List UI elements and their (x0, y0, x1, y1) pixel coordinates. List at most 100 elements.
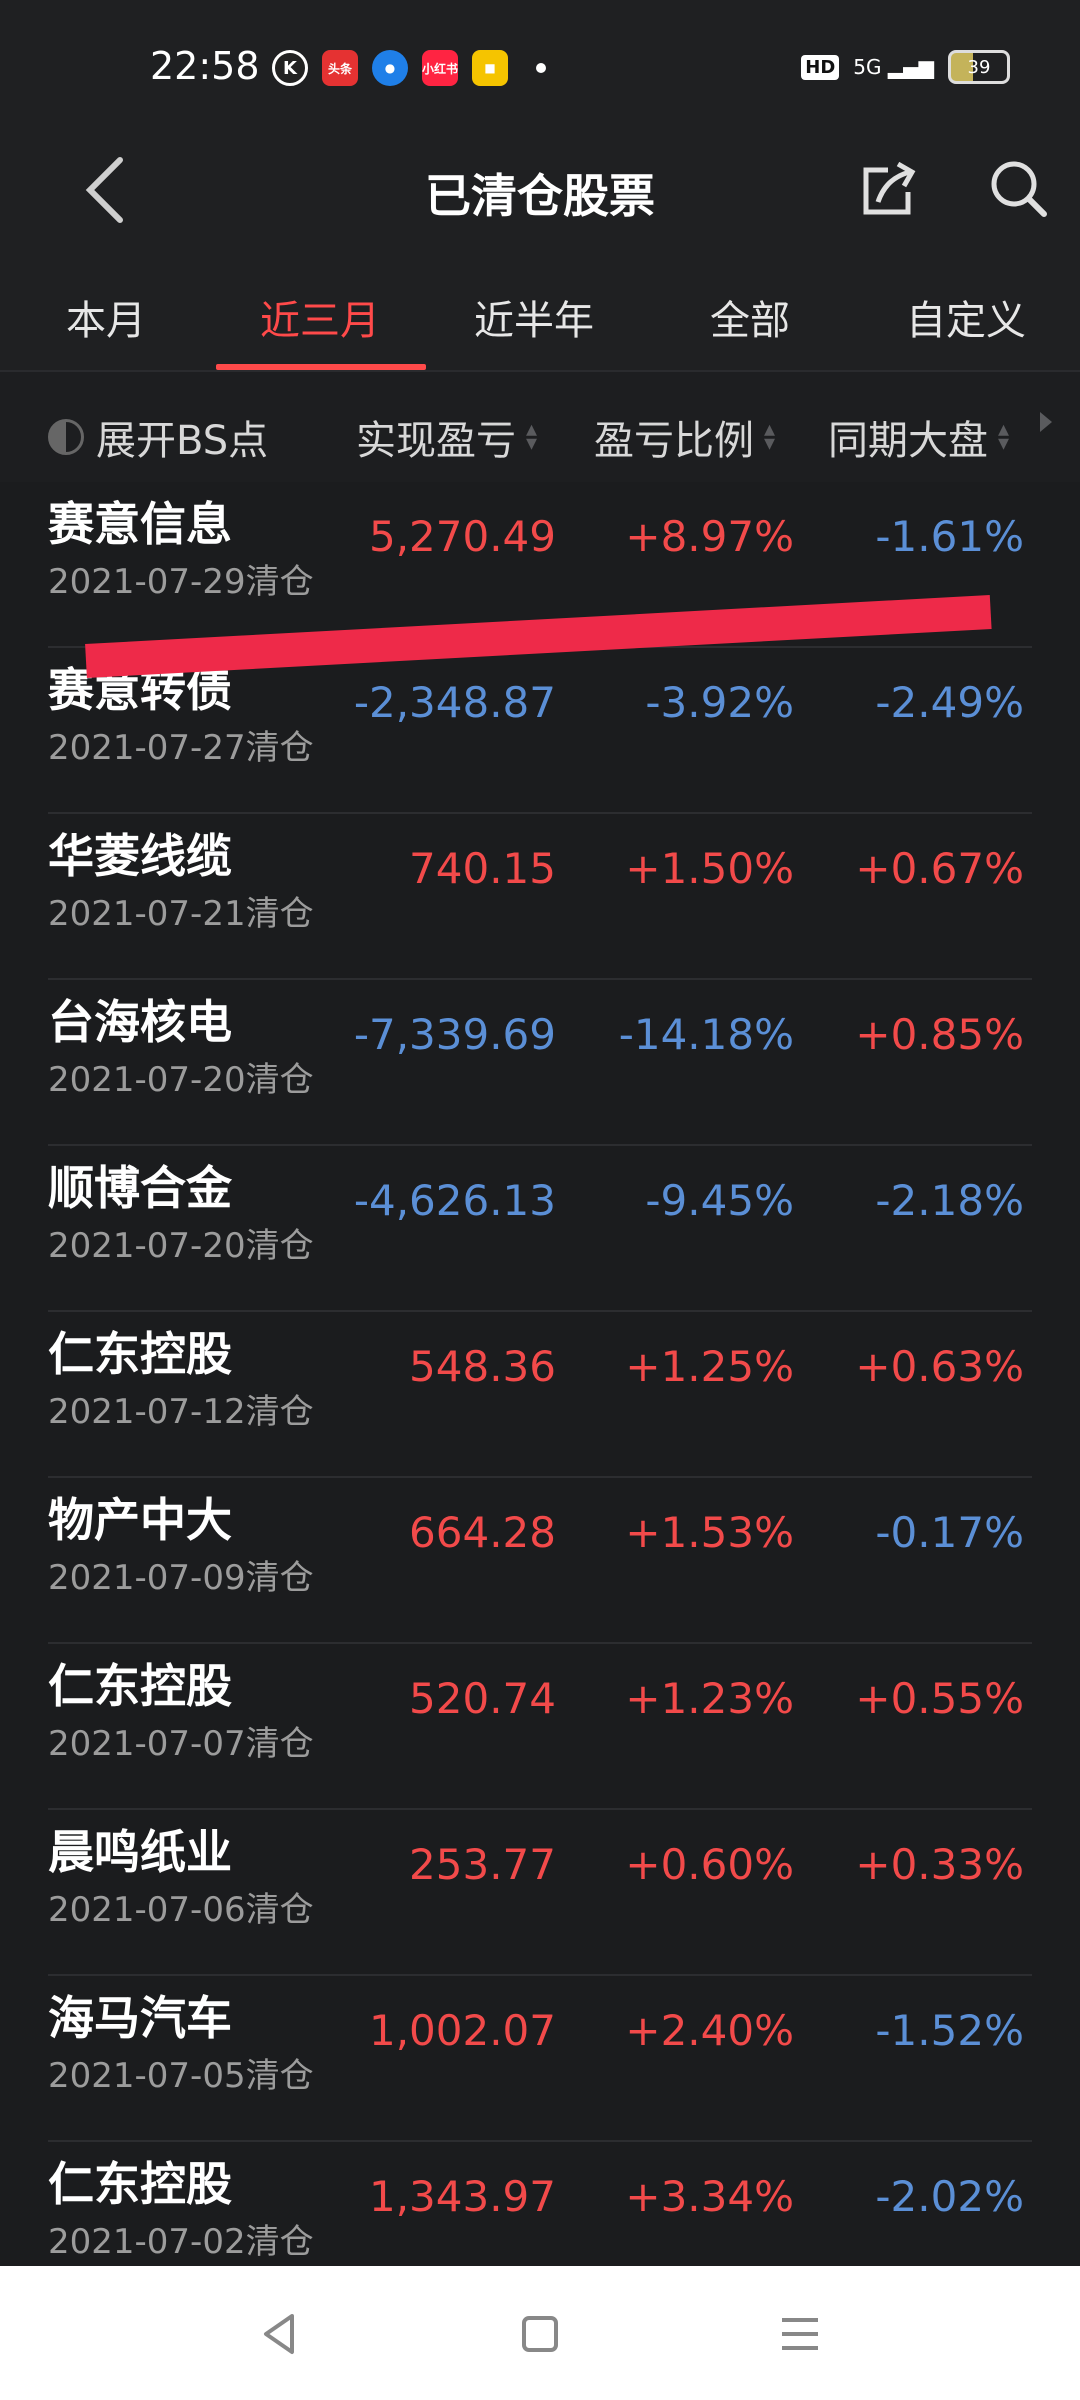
expand-bs-label: 展开BS点 (96, 418, 269, 464)
pnl-ratio: -14.18% (618, 1010, 794, 1059)
status-right: HD 5G ▂▄▆ 39 (801, 50, 1010, 84)
pnl-ratio-label: 盈亏比例 (594, 418, 754, 464)
search-icon[interactable] (980, 150, 1060, 230)
table-row[interactable]: 台海核电 2021-07-20清仓 -7,339.69 -14.18% +0.8… (0, 980, 1080, 1146)
xiaohongshu-app-icon: 小红书 (422, 50, 458, 86)
expand-bs-toggle[interactable]: 展开BS点 (48, 408, 268, 466)
signal-label: 5G (853, 55, 882, 79)
market-label: 同期大盘 (828, 418, 988, 464)
battery-level: 39 (967, 56, 991, 78)
signal-icon: 5G ▂▄▆ (853, 55, 934, 79)
realized-pnl: -4,626.13 (353, 1176, 556, 1225)
toutiao-app-icon: 头条 (322, 50, 358, 86)
stock-name: 晨鸣纸业 (48, 1825, 232, 1879)
realized-pnl: 1,343.97 (368, 2172, 556, 2221)
notification-icons: K 头条 ● 小红书 ■ (272, 50, 546, 86)
realized-pnl: 548.36 (409, 1342, 556, 1391)
tab-this-month[interactable]: 本月 (66, 288, 146, 346)
pnl-ratio: +1.50% (625, 844, 794, 893)
pnl-ratio: +2.40% (625, 2006, 794, 2055)
yellow-app-icon: ■ (472, 50, 508, 86)
market-change: -2.49% (875, 678, 1024, 727)
clear-date: 2021-07-20清仓 (48, 1226, 314, 1266)
more-dot-icon (536, 63, 546, 73)
clear-date: 2021-07-27清仓 (48, 728, 314, 768)
market-change: -0.17% (875, 1508, 1024, 1557)
pnl-ratio: +1.53% (625, 1508, 794, 1557)
tab-all[interactable]: 全部 (710, 288, 790, 346)
table-row[interactable]: 晨鸣纸业 2021-07-06清仓 253.77 +0.60% +0.33% (0, 1810, 1080, 1976)
realized-pnl: 253.77 (409, 1840, 556, 1889)
clear-date: 2021-07-12清仓 (48, 1392, 314, 1432)
table-row[interactable]: 仁东控股 2021-07-07清仓 520.74 +1.23% +0.55% (0, 1644, 1080, 1810)
market-change: +0.67% (855, 844, 1024, 893)
stock-name: 仁东控股 (48, 1327, 232, 1381)
stock-name: 华菱线缆 (48, 829, 232, 883)
realized-pnl: 5,270.49 (368, 512, 556, 561)
table-row[interactable]: 仁东控股 2021-07-12清仓 548.36 +1.25% +0.63% (0, 1312, 1080, 1478)
stock-name: 物产中大 (48, 1493, 232, 1547)
market-change: +0.33% (855, 1840, 1024, 1889)
square-home-icon[interactable] (512, 2306, 568, 2362)
status-time: 22:58 (150, 44, 260, 88)
table-row[interactable]: 海马汽车 2021-07-05清仓 1,002.07 +2.40% -1.52% (0, 1976, 1080, 2142)
clear-date: 2021-07-09清仓 (48, 1558, 314, 1598)
realized-pnl: 740.15 (409, 844, 556, 893)
clear-date: 2021-07-29清仓 (48, 562, 314, 602)
realized-pnl: 664.28 (409, 1508, 556, 1557)
menu-lines-icon[interactable] (772, 2306, 828, 2362)
pnl-ratio: +8.97% (625, 512, 794, 561)
market-change: +0.55% (855, 1674, 1024, 1723)
stock-name: 顺博合金 (48, 1161, 232, 1215)
pnl-ratio: +1.25% (625, 1342, 794, 1391)
sort-icon: ▴ ▾ (764, 417, 776, 456)
stock-name: 仁东控股 (48, 1659, 232, 1713)
realized-pnl: 1,002.07 (368, 2006, 556, 2055)
sort-market[interactable]: 同期大盘 ▴ ▾ (828, 408, 1009, 466)
clear-date: 2021-07-06清仓 (48, 1890, 314, 1930)
pnl-ratio: -9.45% (645, 1176, 794, 1225)
tab-last-three-months[interactable]: 近三月 (260, 288, 380, 346)
clear-date: 2021-07-20清仓 (48, 1060, 314, 1100)
period-tabs: 本月 近三月 近半年 全部 自定义 (0, 250, 1080, 372)
pnl-ratio: +3.34% (625, 2172, 794, 2221)
sort-pnl-ratio[interactable]: 盈亏比例 ▴ ▾ (594, 408, 775, 466)
stock-name: 仁东控股 (48, 2157, 232, 2211)
realized-pnl-label: 实现盈亏 (356, 418, 516, 464)
realized-pnl: -2,348.87 (353, 678, 556, 727)
clear-date: 2021-07-05清仓 (48, 2056, 314, 2096)
tab-custom[interactable]: 自定义 (906, 288, 1026, 346)
triangle-back-icon[interactable] (252, 2306, 308, 2362)
sort-icon: ▴ ▾ (998, 417, 1010, 456)
market-change: -1.52% (875, 2006, 1024, 2055)
realized-pnl: -7,339.69 (353, 1010, 556, 1059)
table-row[interactable]: 华菱线缆 2021-07-21清仓 740.15 +1.50% +0.67% (0, 814, 1080, 980)
market-change: -2.18% (875, 1176, 1024, 1225)
sort-realized-pnl[interactable]: 实现盈亏 ▴ ▾ (356, 408, 537, 466)
system-nav-bar (0, 2266, 1080, 2400)
top-bar: 已清仓股票 (0, 130, 1080, 250)
pnl-ratio: +1.23% (625, 1674, 794, 1723)
tab-last-half-year[interactable]: 近半年 (474, 288, 594, 346)
pnl-ratio: -3.92% (645, 678, 794, 727)
stock-name: 海马汽车 (48, 1991, 232, 2045)
hd-badge: HD (801, 54, 840, 80)
battery-icon: 39 (948, 50, 1010, 84)
pnl-ratio: +0.60% (625, 1840, 794, 1889)
realized-pnl: 520.74 (409, 1674, 556, 1723)
sort-icon: ▴ ▾ (526, 417, 538, 456)
market-change: -2.02% (875, 2172, 1024, 2221)
blue-app-icon: ● (372, 50, 408, 86)
table-row[interactable]: 物产中大 2021-07-09清仓 664.28 +1.53% -0.17% (0, 1478, 1080, 1644)
share-icon[interactable] (848, 150, 928, 230)
stock-name: 台海核电 (48, 995, 232, 1049)
clear-date: 2021-07-02清仓 (48, 2222, 314, 2262)
market-change: +0.85% (855, 1010, 1024, 1059)
scroll-right-icon[interactable] (1040, 412, 1052, 432)
stock-name: 赛意信息 (48, 497, 232, 551)
market-change: -1.61% (875, 512, 1024, 561)
status-bar: 22:58 K 头条 ● 小红书 ■ HD 5G ▂▄▆ 39 (0, 0, 1080, 130)
clear-date: 2021-07-07清仓 (48, 1724, 314, 1764)
table-row[interactable]: 顺博合金 2021-07-20清仓 -4,626.13 -9.45% -2.18… (0, 1146, 1080, 1312)
active-tab-indicator (216, 364, 426, 370)
